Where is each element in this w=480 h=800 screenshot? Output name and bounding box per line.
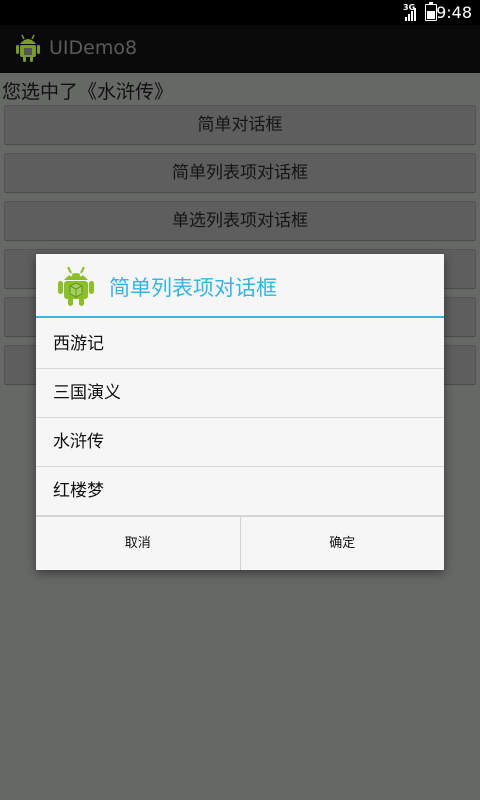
signal-icon — [405, 8, 416, 21]
action-bar: UIDemo8 — [0, 25, 480, 73]
list-item-shuihuzhuan[interactable]: 水浒传 — [36, 418, 444, 467]
dialog-title: 简单列表项对话框 — [109, 276, 277, 300]
simple-dialog-button[interactable]: 简单对话框 — [4, 105, 476, 145]
single-choice-dialog-button[interactable]: 单选列表项对话框 — [4, 201, 476, 241]
list-item-xiyouji[interactable]: 西游记 — [36, 320, 444, 369]
app-title: UIDemo8 — [49, 37, 138, 59]
list-item-hongloumeng[interactable]: 红楼梦 — [36, 467, 444, 516]
dialog-list: 西游记 三国演义 水浒传 红楼梦 — [36, 320, 444, 516]
confirm-button[interactable]: 确定 — [239, 517, 445, 570]
status-time: 9:48 — [436, 3, 472, 22]
list-dialog: 简单列表项对话框 西游记 三国演义 水浒传 红楼梦 取消 确定 — [36, 254, 444, 570]
dialog-header: 简单列表项对话框 — [36, 254, 444, 318]
status-bar: 3G 9:48 — [0, 0, 480, 25]
simple-list-dialog-button[interactable]: 简单列表项对话框 — [4, 153, 476, 193]
android-icon — [16, 34, 40, 62]
cancel-button[interactable]: 取消 — [36, 517, 240, 570]
dialog-button-bar: 取消 确定 — [36, 516, 444, 570]
android-icon — [58, 266, 94, 306]
selection-text: 您选中了《水浒传》 — [2, 81, 174, 103]
list-item-sanguoyanyi[interactable]: 三国演义 — [36, 369, 444, 418]
